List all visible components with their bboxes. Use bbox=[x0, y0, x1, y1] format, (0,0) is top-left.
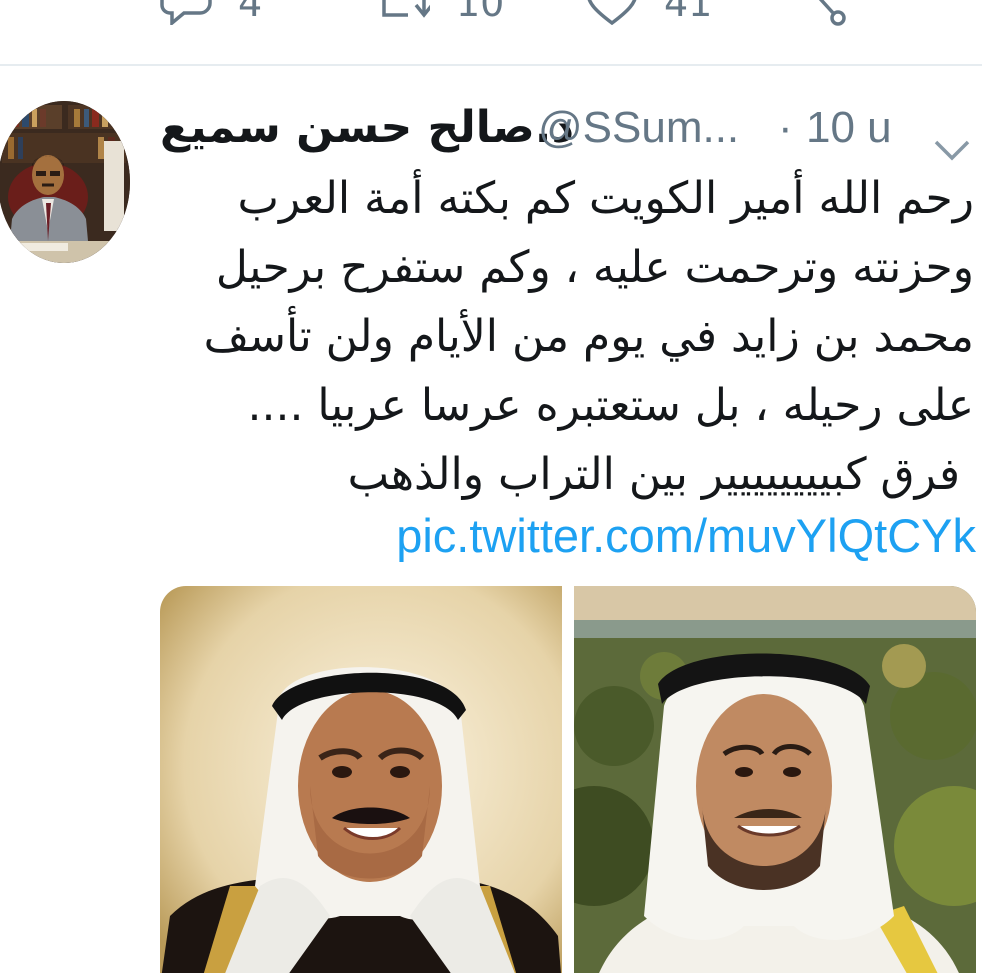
tweet-screen: 4 10 41 د.صالح حسن سميع @SSum... · 10 u … bbox=[0, 0, 982, 973]
share-icon bbox=[800, 0, 852, 28]
tweet-text-line: رحم الله أمير الكويت كم بكته أمة العرب bbox=[237, 173, 974, 224]
tweet-media-link[interactable]: pic.twitter.com/muvYlQtCYk bbox=[396, 504, 976, 568]
tweet-text-line: على رحيله ، بل ستعتبره عرسا عربيا .... bbox=[247, 380, 974, 431]
retweet-count: 10 bbox=[456, 0, 505, 25]
tweet-actions-bar: 4 10 41 bbox=[0, 0, 982, 28]
tweet-media bbox=[160, 586, 982, 973]
display-name[interactable]: د.صالح حسن سميع bbox=[160, 96, 574, 160]
retweet-icon bbox=[378, 0, 430, 25]
retweet-action[interactable]: 10 bbox=[378, 0, 504, 28]
like-count: 41 bbox=[664, 0, 713, 25]
tweet-text: رحم الله أمير الكويت كم بكته أمة العرب و… bbox=[174, 164, 974, 509]
reply-action[interactable]: 4 bbox=[160, 0, 262, 28]
like-action[interactable]: 41 bbox=[586, 0, 712, 28]
separator-dot: · bbox=[778, 103, 793, 152]
tweet-divider bbox=[0, 64, 982, 66]
reply-count: 4 bbox=[238, 0, 263, 25]
tweet-time[interactable]: 10 u bbox=[806, 96, 892, 160]
user-handle[interactable]: @SSum... bbox=[538, 96, 739, 160]
share-action[interactable] bbox=[800, 0, 852, 28]
media-photo-left[interactable] bbox=[160, 586, 562, 973]
reply-icon bbox=[160, 0, 212, 25]
portrait-image bbox=[574, 586, 976, 973]
tweet-text-line: محمد بن زايد في يوم من الأيام ولن تأسف bbox=[203, 311, 974, 362]
avatar[interactable] bbox=[0, 101, 130, 263]
avatar-photo bbox=[0, 101, 130, 263]
portrait-image bbox=[160, 586, 562, 973]
media-photo-right[interactable] bbox=[574, 586, 976, 973]
heart-icon bbox=[586, 0, 638, 25]
tweet-text-line: فرق كبيييييييير بين التراب والذهب bbox=[347, 449, 960, 500]
tweet-header: د.صالح حسن سميع @SSum... · 10 u bbox=[160, 96, 980, 161]
tweet-text-line: وحزنته وترحمت عليه ، وكم ستفرح برحيل bbox=[215, 242, 974, 293]
